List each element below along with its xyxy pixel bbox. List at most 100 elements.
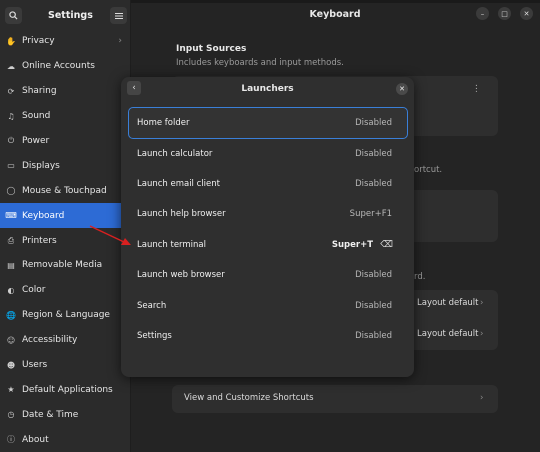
sidebar-item-label: About — [22, 434, 49, 445]
shortcut-name: Home folder — [137, 118, 190, 129]
clock-icon: ◷ — [7, 410, 15, 420]
shortcut-name: Launch web browser — [137, 270, 225, 281]
shortcut-accelerator: Disabled — [355, 300, 392, 311]
cloud-icon: ☁ — [7, 61, 15, 71]
shortcut-name: Launch terminal — [137, 239, 206, 250]
mouse-icon: ◯ — [6, 186, 16, 196]
dialog-close-button[interactable]: ✕ — [396, 83, 408, 95]
shortcut-row[interactable]: Launch email client Disabled — [129, 169, 407, 199]
shortcut-accelerator: Disabled — [355, 178, 392, 189]
sidebar-item-privacy[interactable]: ✋ Privacy › — [0, 29, 130, 54]
shortcut-name: Search — [137, 300, 167, 311]
sidebar-item-label: Removable Media — [22, 260, 103, 271]
layout-default-value-2[interactable]: Layout default — [417, 329, 479, 339]
sidebar-item-label: Sharing — [22, 86, 57, 97]
sidebar-title: Settings — [48, 10, 93, 21]
back-button[interactable]: ‹ — [127, 81, 141, 95]
shortcut-accelerator: Disabled — [355, 330, 392, 341]
shortcut-accelerator: Disabled — [355, 270, 392, 281]
sidebar-item-accessibility[interactable]: ☺ Accessibility — [0, 328, 130, 353]
minimize-icon: – — [480, 9, 485, 18]
sidebar-item-about[interactable]: ⓘ About — [0, 427, 130, 452]
monitor-icon: ▭ — [7, 161, 15, 171]
sidebar-item-label: Sound — [22, 111, 51, 122]
dialog-header: Launchers ‹ ✕ — [121, 77, 414, 101]
hamburger-icon — [114, 12, 123, 19]
close-icon: ✕ — [523, 9, 530, 18]
maximize-icon: □ — [501, 9, 508, 18]
chevron-right-icon: › — [118, 36, 122, 47]
keyboard-icon: ⌨ — [5, 211, 17, 221]
power-icon: ⏻ — [7, 136, 15, 145]
partial-keyboard-text: rd. — [414, 272, 426, 282]
shortcut-row[interactable]: Search Disabled — [129, 290, 407, 320]
shortcut-accelerator: Super+T — [331, 239, 373, 250]
globe-icon: 🌐 — [6, 310, 16, 320]
sidebar-item-power[interactable]: ⏻ Power — [0, 129, 130, 154]
hand-icon: ✋ — [6, 36, 16, 46]
shortcut-accelerator: Super+F1 — [349, 209, 392, 220]
sidebar-item-label: Accessibility — [22, 335, 78, 346]
dialog-title: Launchers — [241, 84, 294, 94]
sidebar-item-keyboard[interactable]: ⌨ Keyboard — [0, 203, 130, 229]
chevron-right-icon: › — [480, 298, 484, 308]
star-icon: ★ — [7, 385, 15, 395]
sidebar-item-mouse-touchpad[interactable]: ◯ Mouse & Touchpad — [0, 178, 130, 203]
sidebar-item-label: Privacy — [22, 36, 55, 47]
chevron-right-icon: › — [480, 329, 484, 339]
more-options-icon[interactable]: ⋮ — [472, 84, 481, 94]
shortcut-list: Home folder Disabled Launch calculator Disa… — [128, 106, 408, 351]
sidebar-item-label: Mouse & Touchpad — [22, 185, 107, 196]
layout-default-value-1[interactable]: Layout default — [417, 298, 479, 308]
sidebar-item-date-time[interactable]: ◷ Date & Time — [0, 402, 130, 427]
shortcut-row[interactable]: Launch web browser Disabled — [129, 260, 407, 290]
accessibility-icon: ☺ — [6, 335, 16, 345]
sidebar-item-online-accounts[interactable]: ☁ Online Accounts — [0, 54, 130, 79]
sidebar-item-removable-media[interactable]: ▤ Removable Media — [0, 253, 130, 278]
close-icon: ✕ — [399, 85, 405, 93]
sidebar-item-label: Default Applications — [22, 384, 113, 395]
sidebar-item-label: Printers — [22, 235, 57, 246]
info-icon: ⓘ — [7, 435, 15, 445]
sidebar-header: Settings — [0, 3, 130, 28]
shortcut-name: Launch email client — [137, 178, 220, 189]
sidebar-item-region-language[interactable]: 🌐 Region & Language — [0, 303, 130, 328]
shortcut-name: Settings — [137, 330, 172, 341]
sidebar-item-printers[interactable]: ⎙ Printers — [0, 228, 130, 253]
sidebar-item-sharing[interactable]: ⟳ Sharing — [0, 79, 130, 104]
close-window-button[interactable]: ✕ — [520, 7, 533, 20]
sidebar-item-users[interactable]: ☻ Users — [0, 353, 130, 378]
printer-icon: ⎙ — [7, 235, 15, 245]
sidebar-item-label: Displays — [22, 160, 60, 171]
input-sources-title: Input Sources — [176, 44, 247, 54]
sidebar-list: ✋ Privacy › ☁ Online Accounts ⟳ Sharing ♫ Sound ⏻… — [0, 29, 130, 452]
search-button[interactable] — [5, 7, 22, 24]
sidebar-item-color[interactable]: ◐ Color — [0, 278, 130, 303]
media-icon: ▤ — [7, 260, 15, 270]
sidebar-item-sound[interactable]: ♫ Sound — [0, 104, 130, 129]
shortcut-row[interactable]: Launch terminal Super+T ⌫ — [129, 230, 407, 260]
shortcut-name: Launch calculator — [137, 148, 213, 159]
minimize-button[interactable]: – — [476, 7, 489, 20]
maximize-button[interactable]: □ — [498, 7, 511, 20]
clear-shortcut-icon[interactable]: ⌫ — [380, 240, 393, 250]
sidebar-item-default-applications[interactable]: ★ Default Applications — [0, 377, 130, 402]
sidebar-item-label: Users — [22, 360, 48, 371]
shortcut-accelerator: Disabled — [355, 118, 392, 129]
sidebar-item-displays[interactable]: ▭ Displays — [0, 153, 130, 178]
shortcut-row[interactable]: Settings Disabled — [129, 321, 407, 351]
menu-button[interactable] — [110, 7, 127, 24]
partial-shortcut-text: ortcut. — [414, 165, 443, 175]
shortcut-row[interactable]: Launch calculator Disabled — [129, 138, 407, 168]
sidebar-item-label: Online Accounts — [22, 61, 95, 72]
shortcut-row[interactable]: Home folder Disabled — [128, 106, 408, 140]
sidebar-item-label: Keyboard — [22, 210, 65, 221]
chevron-left-icon: ‹ — [132, 83, 136, 93]
color-icon: ◐ — [7, 285, 15, 295]
shortcut-name: Launch help browser — [137, 209, 226, 220]
shortcut-row[interactable]: Launch help browser Super+F1 — [129, 199, 407, 229]
input-sources-desc: Includes keyboards and input methods. — [176, 58, 344, 68]
users-icon: ☻ — [6, 360, 16, 370]
sidebar-item-label: Color — [22, 285, 46, 296]
sidebar-item-label: Date & Time — [22, 409, 79, 420]
